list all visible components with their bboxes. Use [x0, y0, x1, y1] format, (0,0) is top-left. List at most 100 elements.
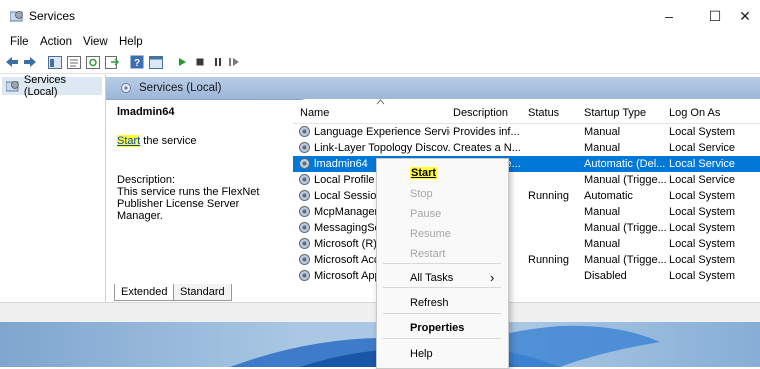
view-tabs: Extended Standard — [106, 284, 406, 302]
table-row-selected[interactable]: lmadmin64This service...Automatic (Del..… — [293, 156, 760, 172]
cell-startup: Manual — [584, 142, 621, 154]
gear-icon — [299, 158, 310, 169]
table-row[interactable]: Microsoft Acc...RunningManual (Trigge...… — [293, 252, 760, 268]
submenu-arrow-icon: › — [490, 270, 495, 285]
menu-item-properties[interactable]: Properties — [410, 322, 464, 334]
menu-view[interactable]: View — [83, 36, 108, 48]
list-header: Name Description Status Startup Type Log… — [293, 99, 760, 124]
table-row[interactable]: Link-Layer Topology Discov... Creates a N… — [293, 140, 760, 156]
context-menu: Start Stop Pause Resume Restart All Task… — [376, 158, 509, 369]
menu-item-resume: Resume — [410, 228, 451, 240]
cell-startup: Manual (Trigge... — [584, 174, 666, 186]
gear-icon — [299, 222, 310, 233]
cell-logon: Local System — [669, 126, 736, 138]
menu-file[interactable]: File — [10, 36, 29, 48]
cell-logon: Local Service — [669, 158, 736, 170]
column-startup-type[interactable]: Startup Type — [584, 107, 646, 119]
cell-logon: Local System — [669, 254, 736, 266]
menu-separator — [383, 263, 501, 264]
window-title: Services — [29, 9, 76, 23]
close-button[interactable]: ✕ — [730, 0, 760, 32]
table-row[interactable]: Language Experience Service Provides inf.… — [293, 124, 760, 140]
cell-startup: Manual (Trigge... — [584, 254, 666, 266]
cell-status: Running — [528, 254, 569, 266]
gear-icon — [299, 206, 310, 217]
pane-header-title: Services (Local) — [139, 82, 222, 94]
menu-item-start[interactable]: Start — [410, 167, 438, 179]
menu-action[interactable]: Action — [40, 36, 72, 48]
menu-item-restart: Restart — [410, 248, 446, 260]
tab-standard[interactable]: Standard — [173, 284, 232, 301]
gear-icon — [299, 238, 310, 249]
export-list-icon[interactable] — [104, 54, 120, 70]
cell-startup: Manual — [584, 238, 621, 250]
gear-icon — [299, 254, 310, 265]
pause-icon[interactable] — [210, 54, 226, 70]
cell-name: Language Experience Service — [314, 126, 450, 138]
column-log-on-as[interactable]: Log On As — [669, 107, 720, 119]
cell-desc: Creates a N... — [453, 142, 521, 154]
services-icon — [121, 83, 131, 93]
forward-icon[interactable] — [22, 54, 38, 70]
table-row[interactable]: Local Session...RunningAutomaticLocal Sy… — [293, 188, 760, 204]
cell-logon: Local System — [669, 222, 736, 234]
console-icon[interactable] — [148, 54, 164, 70]
stop-icon[interactable] — [192, 54, 208, 70]
tab-extended[interactable]: Extended — [114, 284, 174, 301]
column-status[interactable]: Status — [528, 107, 559, 119]
cell-status: Running — [528, 190, 569, 202]
menu-item-refresh[interactable]: Refresh — [410, 297, 449, 309]
sort-ascending-icon — [376, 99, 385, 105]
toolbar: ? — [0, 51, 760, 74]
menu-item-help[interactable]: Help — [410, 348, 433, 360]
gear-icon — [299, 142, 310, 153]
menu-separator — [383, 287, 501, 288]
menu-item-stop: Stop — [410, 188, 433, 200]
column-name[interactable]: Name — [300, 107, 329, 119]
gear-icon — [299, 174, 310, 185]
cell-logon: Local Service — [669, 142, 736, 154]
start-service-line: Start the service — [117, 135, 196, 147]
column-description[interactable]: Description — [453, 107, 508, 119]
menu-item-all-tasks[interactable]: All Tasks — [410, 272, 453, 284]
table-row[interactable]: McpManagen...ManualLocal System — [293, 204, 760, 220]
menu-bar: File Action View Help — [0, 33, 760, 51]
cell-logon: Local System — [669, 270, 736, 282]
minimize-button[interactable]: – — [646, 0, 692, 32]
help-icon[interactable]: ? — [129, 54, 145, 70]
menu-item-pause: Pause — [410, 208, 442, 220]
resume-icon[interactable] — [226, 54, 242, 70]
menu-separator — [383, 313, 501, 314]
cell-startup: Manual (Trigge... — [584, 222, 666, 234]
menu-separator — [383, 338, 501, 339]
description-text: This service runs the FlexNet Publisher … — [117, 186, 260, 222]
cell-logon: Local System — [669, 190, 736, 202]
play-icon[interactable] — [174, 54, 190, 70]
cell-startup: Manual — [584, 206, 621, 218]
menu-help[interactable]: Help — [119, 36, 143, 48]
properties-icon[interactable] — [66, 54, 82, 70]
services-icon — [10, 11, 23, 22]
table-row[interactable]: Microsoft App...DisabledLocal System — [293, 268, 760, 284]
svg-text:?: ? — [134, 58, 140, 69]
description-label: Description: — [117, 174, 176, 186]
refresh-icon[interactable] — [85, 54, 101, 70]
table-row[interactable]: MessagingSer...Manual (Trigge...Local Sy… — [293, 220, 760, 236]
back-icon[interactable] — [4, 54, 20, 70]
cell-logon: Local System — [669, 206, 736, 218]
services-icon — [6, 81, 19, 92]
cell-name: Link-Layer Topology Discov... — [314, 142, 450, 154]
start-service-link[interactable]: Start — [117, 135, 141, 147]
tree-node-services-local[interactable]: Services (Local) — [2, 74, 102, 98]
cell-logon: Local Service — [669, 174, 736, 186]
console-tree: Services (Local) — [0, 74, 106, 302]
gear-icon — [299, 270, 310, 281]
table-row[interactable]: Local Profile A...Manual (Trigge...Local… — [293, 172, 760, 188]
cell-startup: Automatic — [584, 190, 633, 202]
show-hide-tree-icon[interactable] — [47, 54, 63, 70]
table-row[interactable]: Microsoft (R)...ManualLocal System — [293, 236, 760, 252]
cell-desc: Provides inf... — [453, 126, 520, 138]
tree-node-label: Services (Local) — [23, 74, 67, 98]
pane-header: Services (Local) — [106, 77, 760, 100]
cell-logon: Local System — [669, 238, 736, 250]
